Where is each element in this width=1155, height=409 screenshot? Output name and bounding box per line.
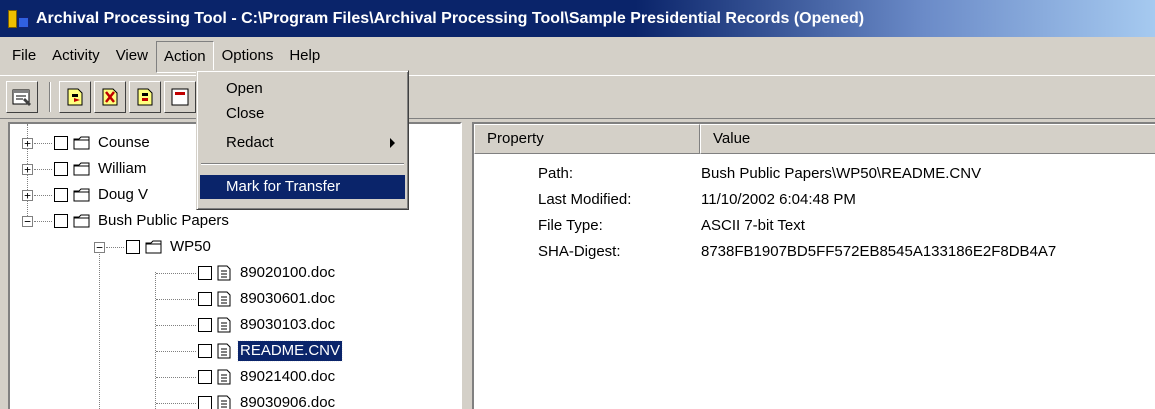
collapse-icon[interactable]: −	[22, 216, 33, 227]
pane-splitter[interactable]	[462, 122, 472, 409]
property-value: 8738FB1907BD5FF572EB8545A133186E2F8DB4A7	[701, 243, 1057, 260]
tree-line	[156, 403, 196, 404]
folder-icon	[145, 240, 162, 254]
node-checkbox[interactable]	[54, 162, 68, 176]
expand-icon[interactable]: +	[22, 138, 33, 149]
menu-item-close[interactable]: Close	[200, 102, 405, 126]
property-name: SHA-Digest:	[538, 243, 621, 260]
document-icon	[217, 343, 231, 359]
tree-line	[156, 273, 196, 274]
folder-icon	[73, 188, 90, 202]
tree-line	[34, 169, 52, 170]
node-checkbox[interactable]	[126, 240, 140, 254]
menu-bar: File Activity View Action Options Help	[0, 37, 1155, 75]
tree-line	[156, 351, 196, 352]
tree-line	[34, 221, 52, 222]
node-checkbox[interactable]	[198, 344, 212, 358]
tree-line	[156, 377, 196, 378]
property-value: ASCII 7-bit Text	[701, 217, 805, 234]
tree-node-label[interactable]: 89030103.doc	[238, 315, 337, 335]
tree-line	[156, 325, 196, 326]
add-record-icon	[67, 88, 83, 106]
node-checkbox[interactable]	[198, 266, 212, 280]
menu-help[interactable]: Help	[281, 40, 328, 72]
node-checkbox[interactable]	[198, 318, 212, 332]
mark-record-button[interactable]	[129, 81, 161, 113]
tree-line	[34, 195, 52, 196]
menu-item-redact[interactable]: Redact	[200, 131, 405, 155]
tree-line	[34, 143, 52, 144]
properties-icon	[12, 89, 31, 106]
property-name: Path:	[538, 165, 574, 182]
toolbar	[0, 75, 1155, 119]
folder-icon	[73, 136, 90, 150]
menu-item-mark-for-transfer[interactable]: Mark for Transfer	[200, 175, 405, 199]
menu-separator	[201, 163, 404, 165]
expand-icon[interactable]: +	[22, 190, 33, 201]
remove-record-icon	[102, 88, 118, 106]
menu-action[interactable]: Action	[155, 41, 214, 73]
tree-node-label[interactable]: William	[96, 159, 148, 179]
title-bar[interactable]: Archival Processing Tool - C:\Program Fi…	[0, 0, 1155, 37]
column-header-property[interactable]: Property	[474, 124, 700, 154]
folder-icon	[73, 162, 90, 176]
toolbar-separator	[49, 82, 51, 112]
collapse-icon[interactable]: −	[94, 242, 105, 253]
node-checkbox[interactable]	[198, 370, 212, 384]
tree-node-label[interactable]: 89021400.doc	[238, 367, 337, 387]
folder-icon	[73, 214, 90, 228]
property-name: Last Modified:	[538, 191, 632, 208]
app-window: Archival Processing Tool - C:\Program Fi…	[0, 0, 1155, 409]
tree-node-label[interactable]: Doug V	[96, 185, 150, 205]
tree-node-label[interactable]: 89020100.doc	[238, 263, 337, 283]
tree-node-label[interactable]: Bush Public Papers	[96, 211, 231, 231]
menu-activity[interactable]: Activity	[44, 40, 108, 72]
tree-line	[156, 299, 196, 300]
menu-file[interactable]: File	[4, 40, 44, 72]
app-icon	[8, 8, 30, 30]
window-title: Archival Processing Tool - C:\Program Fi…	[36, 9, 865, 27]
tree-node-label[interactable]: 89030601.doc	[238, 289, 337, 309]
tree-node-label-selected[interactable]: README.CNV	[236, 340, 344, 362]
menu-options[interactable]: Options	[214, 40, 282, 72]
tree-line	[155, 272, 156, 409]
tree-line	[99, 246, 100, 409]
node-checkbox[interactable]	[54, 214, 68, 228]
menu-item-redact-label: Redact	[226, 134, 274, 151]
tree-node-label[interactable]: 89030906.doc	[238, 393, 337, 409]
document-icon	[217, 395, 231, 409]
mark-record-icon	[137, 88, 153, 106]
report-icon	[171, 88, 189, 106]
tree-node-label[interactable]: WP50	[168, 237, 213, 257]
action-menu-dropdown: Open Close Redact Mark for Transfer	[196, 70, 409, 210]
report-button[interactable]	[164, 81, 196, 113]
property-value: Bush Public Papers\WP50\README.CNV	[701, 165, 982, 182]
property-value: 11/10/2002 6:04:48 PM	[701, 191, 856, 208]
node-checkbox[interactable]	[54, 188, 68, 202]
menu-view[interactable]: View	[108, 40, 156, 72]
node-checkbox[interactable]	[198, 396, 212, 409]
document-icon	[217, 317, 231, 333]
document-icon	[217, 291, 231, 307]
remove-record-button[interactable]	[94, 81, 126, 113]
submenu-arrow-icon	[390, 138, 395, 148]
properties-list: Property Value Path: Bush Public Papers\…	[472, 122, 1155, 409]
tree-line	[106, 247, 124, 248]
expand-icon[interactable]: +	[22, 164, 33, 175]
tree-node-label[interactable]: Counse	[96, 133, 152, 153]
column-header-value[interactable]: Value	[700, 124, 1155, 154]
menu-item-open[interactable]: Open	[200, 77, 405, 101]
document-icon	[217, 369, 231, 385]
document-icon	[217, 265, 231, 281]
add-record-button[interactable]	[59, 81, 91, 113]
property-name: File Type:	[538, 217, 603, 234]
node-checkbox[interactable]	[198, 292, 212, 306]
properties-button[interactable]	[6, 81, 38, 113]
node-checkbox[interactable]	[54, 136, 68, 150]
